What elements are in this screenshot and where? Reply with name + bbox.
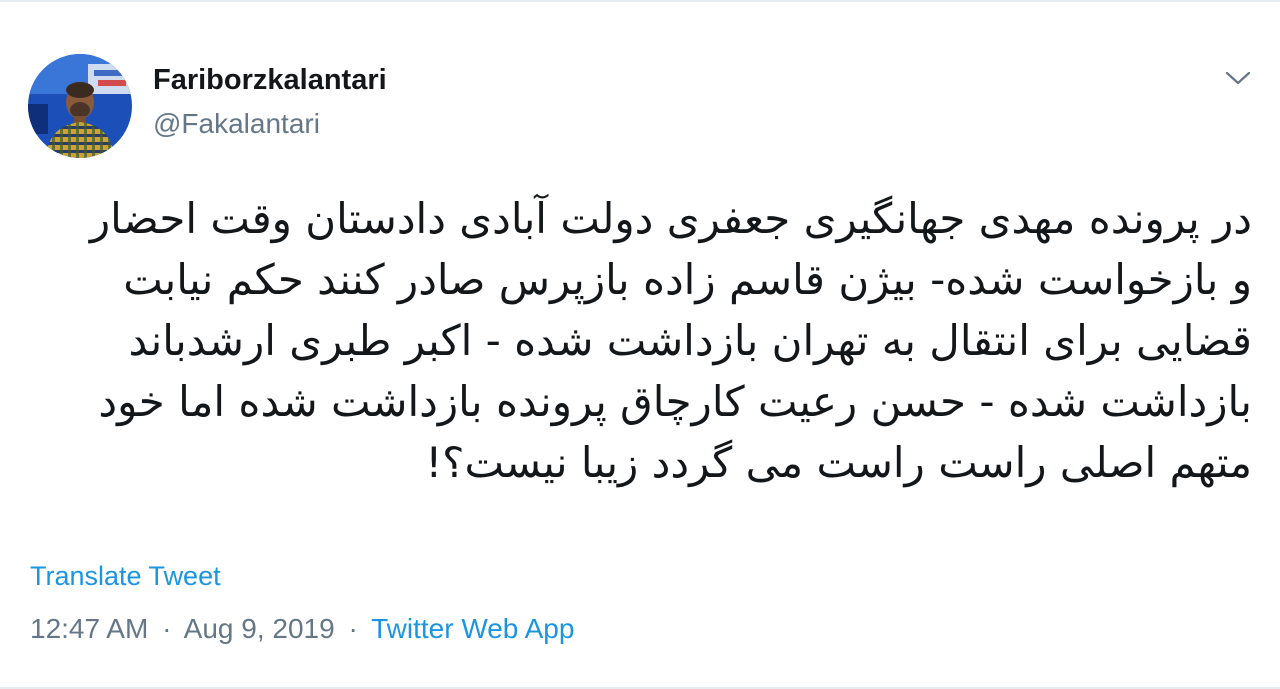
tweet-date[interactable]: Aug 9, 2019 — [184, 613, 335, 644]
avatar-image — [28, 54, 132, 158]
display-name[interactable]: Fariborzkalantari — [153, 64, 387, 97]
tweet-text: در پرونده مهدی جهانگیری جعفری دولت آبادی… — [20, 188, 1252, 493]
tweet-time[interactable]: 12:47 AM — [30, 613, 148, 644]
tweet-source-link[interactable]: Twitter Web App — [371, 613, 574, 644]
more-options-button[interactable] — [1220, 60, 1256, 96]
translate-tweet-link[interactable]: Translate Tweet — [30, 561, 221, 592]
tweet-text-line: و بازخواست شده- بیژن قاسم زاده بازپرس صا… — [123, 255, 1252, 304]
tweet-card: Fariborzkalantari @Fakalantari در پرونده… — [0, 0, 1280, 689]
tweet-text-line: بازداشت شده - حسن رعیت کارچاق پرونده باز… — [98, 377, 1252, 426]
meta-separator: · — [348, 613, 358, 644]
meta-separator: · — [162, 613, 172, 644]
tweet-metadata: 12:47 AM · Aug 9, 2019 · Twitter Web App — [30, 613, 574, 645]
tweet-text-line: در پرونده مهدی جهانگیری جعفری دولت آبادی… — [89, 194, 1252, 243]
user-handle[interactable]: @Fakalantari — [153, 108, 320, 140]
chevron-down-icon — [1225, 71, 1251, 85]
avatar[interactable] — [28, 54, 132, 158]
tweet-text-line: متهم اصلی راست راست می گردد زیبا نیست؟! — [425, 438, 1252, 487]
tweet-text-line: قضایی برای انتقال به تهران بازداشت شده -… — [128, 316, 1252, 365]
